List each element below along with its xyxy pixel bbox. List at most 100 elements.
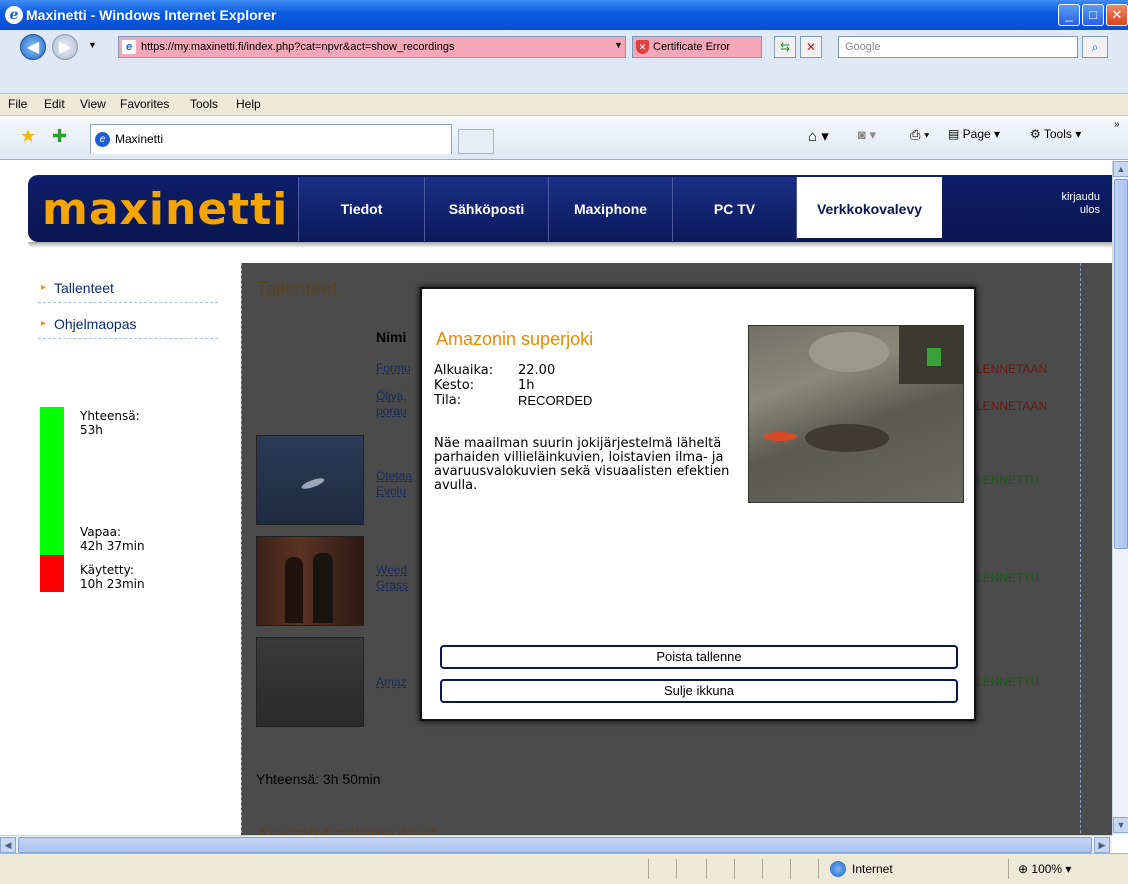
window-title-bar: e Maxinetti - Windows Internet Explorer [0, 0, 1128, 30]
address-field[interactable]: e https://my.maxinetti.fi/index.php?cat=… [118, 36, 626, 58]
recording-thumbnail-4[interactable] [256, 536, 364, 626]
menu-help[interactable]: Help [236, 97, 261, 111]
nav-sahkoposti[interactable]: Sähköposti [424, 177, 548, 241]
refresh-icon[interactable]: ⇆ [774, 36, 796, 58]
channel-logo-icon [927, 348, 941, 366]
ie-logo-icon: e [5, 6, 23, 24]
forward-button[interactable]: ▶ [52, 34, 78, 60]
new-tab-button[interactable] [458, 129, 494, 154]
tab-ie-icon: e [95, 132, 110, 147]
nav-pc-tv[interactable]: PC TV [672, 177, 796, 241]
page-menu-button[interactable]: ▤ Page ▾ [948, 127, 1000, 141]
sidebar-item-ohjelmaopas[interactable]: ▸ Ohjelmaopas [38, 309, 218, 339]
menu-tools[interactable]: Tools [190, 97, 218, 111]
logout-line2: ulos [1079, 204, 1100, 216]
free-value: 42h 37min [80, 539, 145, 553]
sidebar-item-tallenteet[interactable]: ▸ Tallenteet [38, 273, 218, 303]
recording-link-1[interactable]: Formu [376, 361, 411, 376]
tab-label: Maxinetti [115, 132, 164, 146]
maxinetti-logo[interactable]: maxinetti [42, 188, 290, 233]
person-shape [313, 553, 333, 623]
zoom-level[interactable]: ⊕ 100% ▾ [1018, 862, 1071, 876]
chevron-more-icon[interactable]: » [1114, 119, 1120, 130]
nav-verkkokovalevy[interactable]: Verkkokovalevy [796, 177, 942, 241]
page-content: maxinetti Tiedot Sähköposti Maxiphone PC… [0, 161, 1112, 835]
close-window-button[interactable]: ✕ [1106, 4, 1128, 26]
used-space-bar [40, 555, 64, 592]
back-button[interactable]: ◀ [20, 34, 46, 60]
security-zone-label: Internet [852, 862, 893, 876]
search-input[interactable]: Google [838, 36, 1078, 58]
stop-icon[interactable]: ✕ [800, 36, 822, 58]
scroll-down-icon[interactable]: ▼ [1113, 817, 1128, 833]
recording-name: Otetaa [376, 469, 413, 483]
status-separator [818, 859, 819, 879]
vertical-scroll-thumb[interactable] [1114, 179, 1128, 549]
horizontal-scrollbar[interactable]: ◀ ▶ [0, 835, 1112, 853]
close-modal-button[interactable]: Sulje ikkuna [440, 679, 958, 703]
bullet-icon: ▸ [41, 318, 47, 329]
certificate-error-button[interactable]: ✕ Certificate Error [632, 36, 762, 58]
address-dropdown-icon[interactable]: ▼ [614, 40, 623, 50]
duck-body-shape [805, 424, 889, 452]
search-icon[interactable]: ⌕ [1082, 36, 1108, 58]
menu-edit[interactable]: Edit [44, 97, 65, 111]
nav-tiedot[interactable]: Tiedot [298, 177, 424, 241]
search-placeholder: Google [845, 41, 881, 53]
home-icon[interactable]: ⌂ ▾ [808, 127, 829, 145]
recording-status-2: LENNETAAN [976, 399, 1048, 413]
recording-name: Formu [376, 361, 411, 375]
nav-maxiphone[interactable]: Maxiphone [548, 177, 672, 241]
recording-link-4[interactable]: Weed Grass [376, 563, 408, 593]
zoom-value: 100% [1031, 862, 1063, 876]
tools-menu-label: Tools [1043, 127, 1072, 141]
person-shape [285, 557, 303, 623]
favorites-star-icon[interactable]: ★ [20, 127, 38, 145]
used-label: Käytetty: [80, 563, 134, 577]
tab-maxinetti[interactable]: e Maxinetti [90, 124, 452, 154]
page-icon: e [122, 40, 136, 54]
program-image [748, 325, 964, 503]
menu-view[interactable]: View [80, 97, 106, 111]
delete-recording-button[interactable]: Poista tallenne [440, 645, 958, 669]
status-separator [790, 859, 791, 879]
duration-label: Kesto: [434, 378, 475, 393]
recording-link-3[interactable]: Otetaa Evolu [376, 469, 412, 499]
scheduled-recordings-title: Ajastetut tallennukset [256, 825, 437, 835]
recording-link-5[interactable]: Amaz [376, 675, 407, 690]
certificate-error-label: Certificate Error [653, 41, 731, 53]
add-favorites-icon[interactable]: ✚ [52, 127, 70, 145]
scroll-up-icon[interactable]: ▲ [1113, 161, 1128, 177]
recording-name: Weed [376, 563, 408, 577]
sidebar-item-label: Tallenteet [54, 280, 114, 296]
feeds-icon[interactable]: ◙ ▾ [858, 127, 876, 143]
recording-name: Amaz [376, 675, 407, 689]
recording-thumbnail-3[interactable] [256, 435, 364, 525]
recordings-title: Tallenteet [256, 279, 338, 300]
total-value: 53h [80, 423, 103, 437]
free-space-bar [40, 407, 64, 555]
print-icon[interactable]: ⎙ ▾ [910, 127, 929, 143]
recording-thumbnail-5[interactable] [256, 637, 364, 727]
scroll-right-icon[interactable]: ▶ [1094, 837, 1110, 853]
horizontal-scroll-thumb[interactable] [18, 837, 1092, 853]
vertical-scrollbar[interactable]: ▲ ▼ [1112, 161, 1128, 835]
maximize-button[interactable]: □ [1082, 4, 1104, 26]
minimize-button[interactable]: _ [1058, 4, 1080, 26]
menu-file[interactable]: File [8, 97, 27, 111]
start-value: 22.00 [518, 363, 556, 378]
state-label: Tila: [434, 393, 462, 408]
free-label: Vapaa: [80, 525, 121, 539]
history-dropdown-icon[interactable]: ▼ [88, 40, 97, 50]
logout-link[interactable]: kirjaudu ulos [1030, 191, 1100, 217]
tools-menu-button[interactable]: ⚙ Tools ▾ [1030, 127, 1081, 141]
recording-status-3: LENNETTU [976, 473, 1040, 487]
recording-details-modal: Amazonin superjoki Alkuaika: 22.00 Kesto… [420, 287, 976, 721]
header-shadow [28, 242, 1112, 248]
recording-link-2[interactable]: Öljyä, porau [376, 389, 407, 419]
scroll-left-icon[interactable]: ◀ [0, 837, 16, 853]
duration-value: 1h [518, 378, 535, 393]
menu-favorites[interactable]: Favorites [120, 97, 169, 111]
window-title: Maxinetti - Windows Internet Explorer [26, 7, 277, 23]
state-row: Tila: RECORDED [434, 393, 592, 408]
